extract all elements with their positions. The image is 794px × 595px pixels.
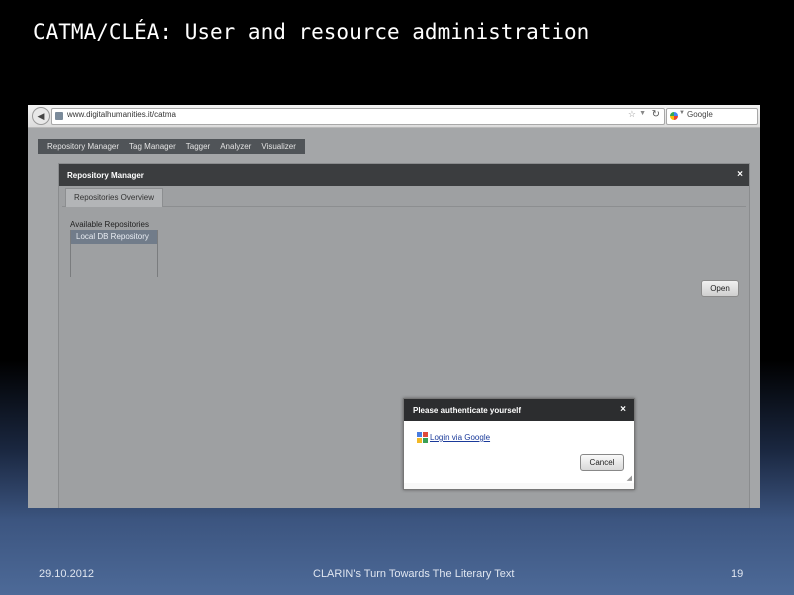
search-engine-label: Google — [687, 110, 713, 119]
google-icon — [417, 432, 428, 443]
menu-visualizer[interactable]: Visualizer — [256, 142, 301, 151]
app-menu-bar: Repository Manager Tag Manager Tagger An… — [38, 139, 305, 154]
google-icon — [670, 112, 678, 120]
cancel-button[interactable]: Cancel — [580, 454, 624, 471]
authentication-dialog: Please authenticate yourself × Login via… — [403, 398, 635, 490]
login-via-google[interactable]: Login via Google — [417, 432, 490, 443]
menu-repository-manager[interactable]: Repository Manager — [42, 142, 124, 151]
menu-tagger[interactable]: Tagger — [181, 142, 215, 151]
footer-date: 29.10.2012 — [39, 568, 95, 580]
back-arrow-icon[interactable]: ◀ — [32, 107, 50, 125]
page-number: 19 — [731, 568, 744, 580]
resize-grip-icon[interactable]: ◢ — [627, 474, 632, 482]
site-icon — [55, 112, 63, 120]
repository-tabs: Repositories Overview — [62, 188, 746, 207]
url-text: www.digitalhumanities.it/catma — [67, 110, 176, 119]
url-bar[interactable]: www.digitalhumanities.it/catma ☆ ▼ ↻ — [51, 108, 665, 125]
slide-title: CATMA/CLÉA: User and resource administra… — [33, 20, 590, 44]
repository-item-local-db[interactable]: Local DB Repository — [71, 230, 157, 244]
close-icon[interactable]: × — [737, 169, 743, 180]
reload-icon[interactable]: ↻ — [652, 109, 660, 120]
repository-manager-header: Repository Manager × — [59, 164, 749, 186]
authentication-dialog-title: Please authenticate yourself — [413, 406, 522, 415]
repository-manager-window: Repository Manager × Repositories Overvi… — [58, 163, 750, 508]
close-icon[interactable]: × — [620, 404, 626, 415]
search-engine-dropdown-icon[interactable]: ▼ — [679, 110, 685, 116]
authentication-dialog-body: Login via Google Cancel ◢ — [404, 421, 634, 483]
login-link[interactable]: Login via Google — [430, 433, 490, 442]
footer-center: CLARIN's Turn Towards The Literary Text — [313, 568, 515, 580]
authentication-dialog-header: Please authenticate yourself × — [404, 399, 634, 421]
tab-repositories-overview[interactable]: Repositories Overview — [65, 188, 163, 207]
repository-list: Local DB Repository — [70, 230, 158, 277]
star-icon[interactable]: ☆ — [628, 109, 636, 120]
menu-analyzer[interactable]: Analyzer — [215, 142, 256, 151]
search-bar[interactable]: ▼ Google — [666, 108, 758, 125]
browser-screenshot: ◀ www.digitalhumanities.it/catma ☆ ▼ ↻ ▼… — [28, 105, 760, 508]
url-dropdown-icon[interactable]: ▼ — [639, 110, 646, 117]
available-repositories-label: Available Repositories — [70, 220, 150, 229]
menu-tag-manager[interactable]: Tag Manager — [124, 142, 181, 151]
open-button[interactable]: Open — [701, 280, 739, 297]
browser-toolbar: ◀ www.digitalhumanities.it/catma ☆ ▼ ↻ ▼… — [28, 105, 760, 128]
repository-manager-title: Repository Manager — [67, 171, 144, 180]
